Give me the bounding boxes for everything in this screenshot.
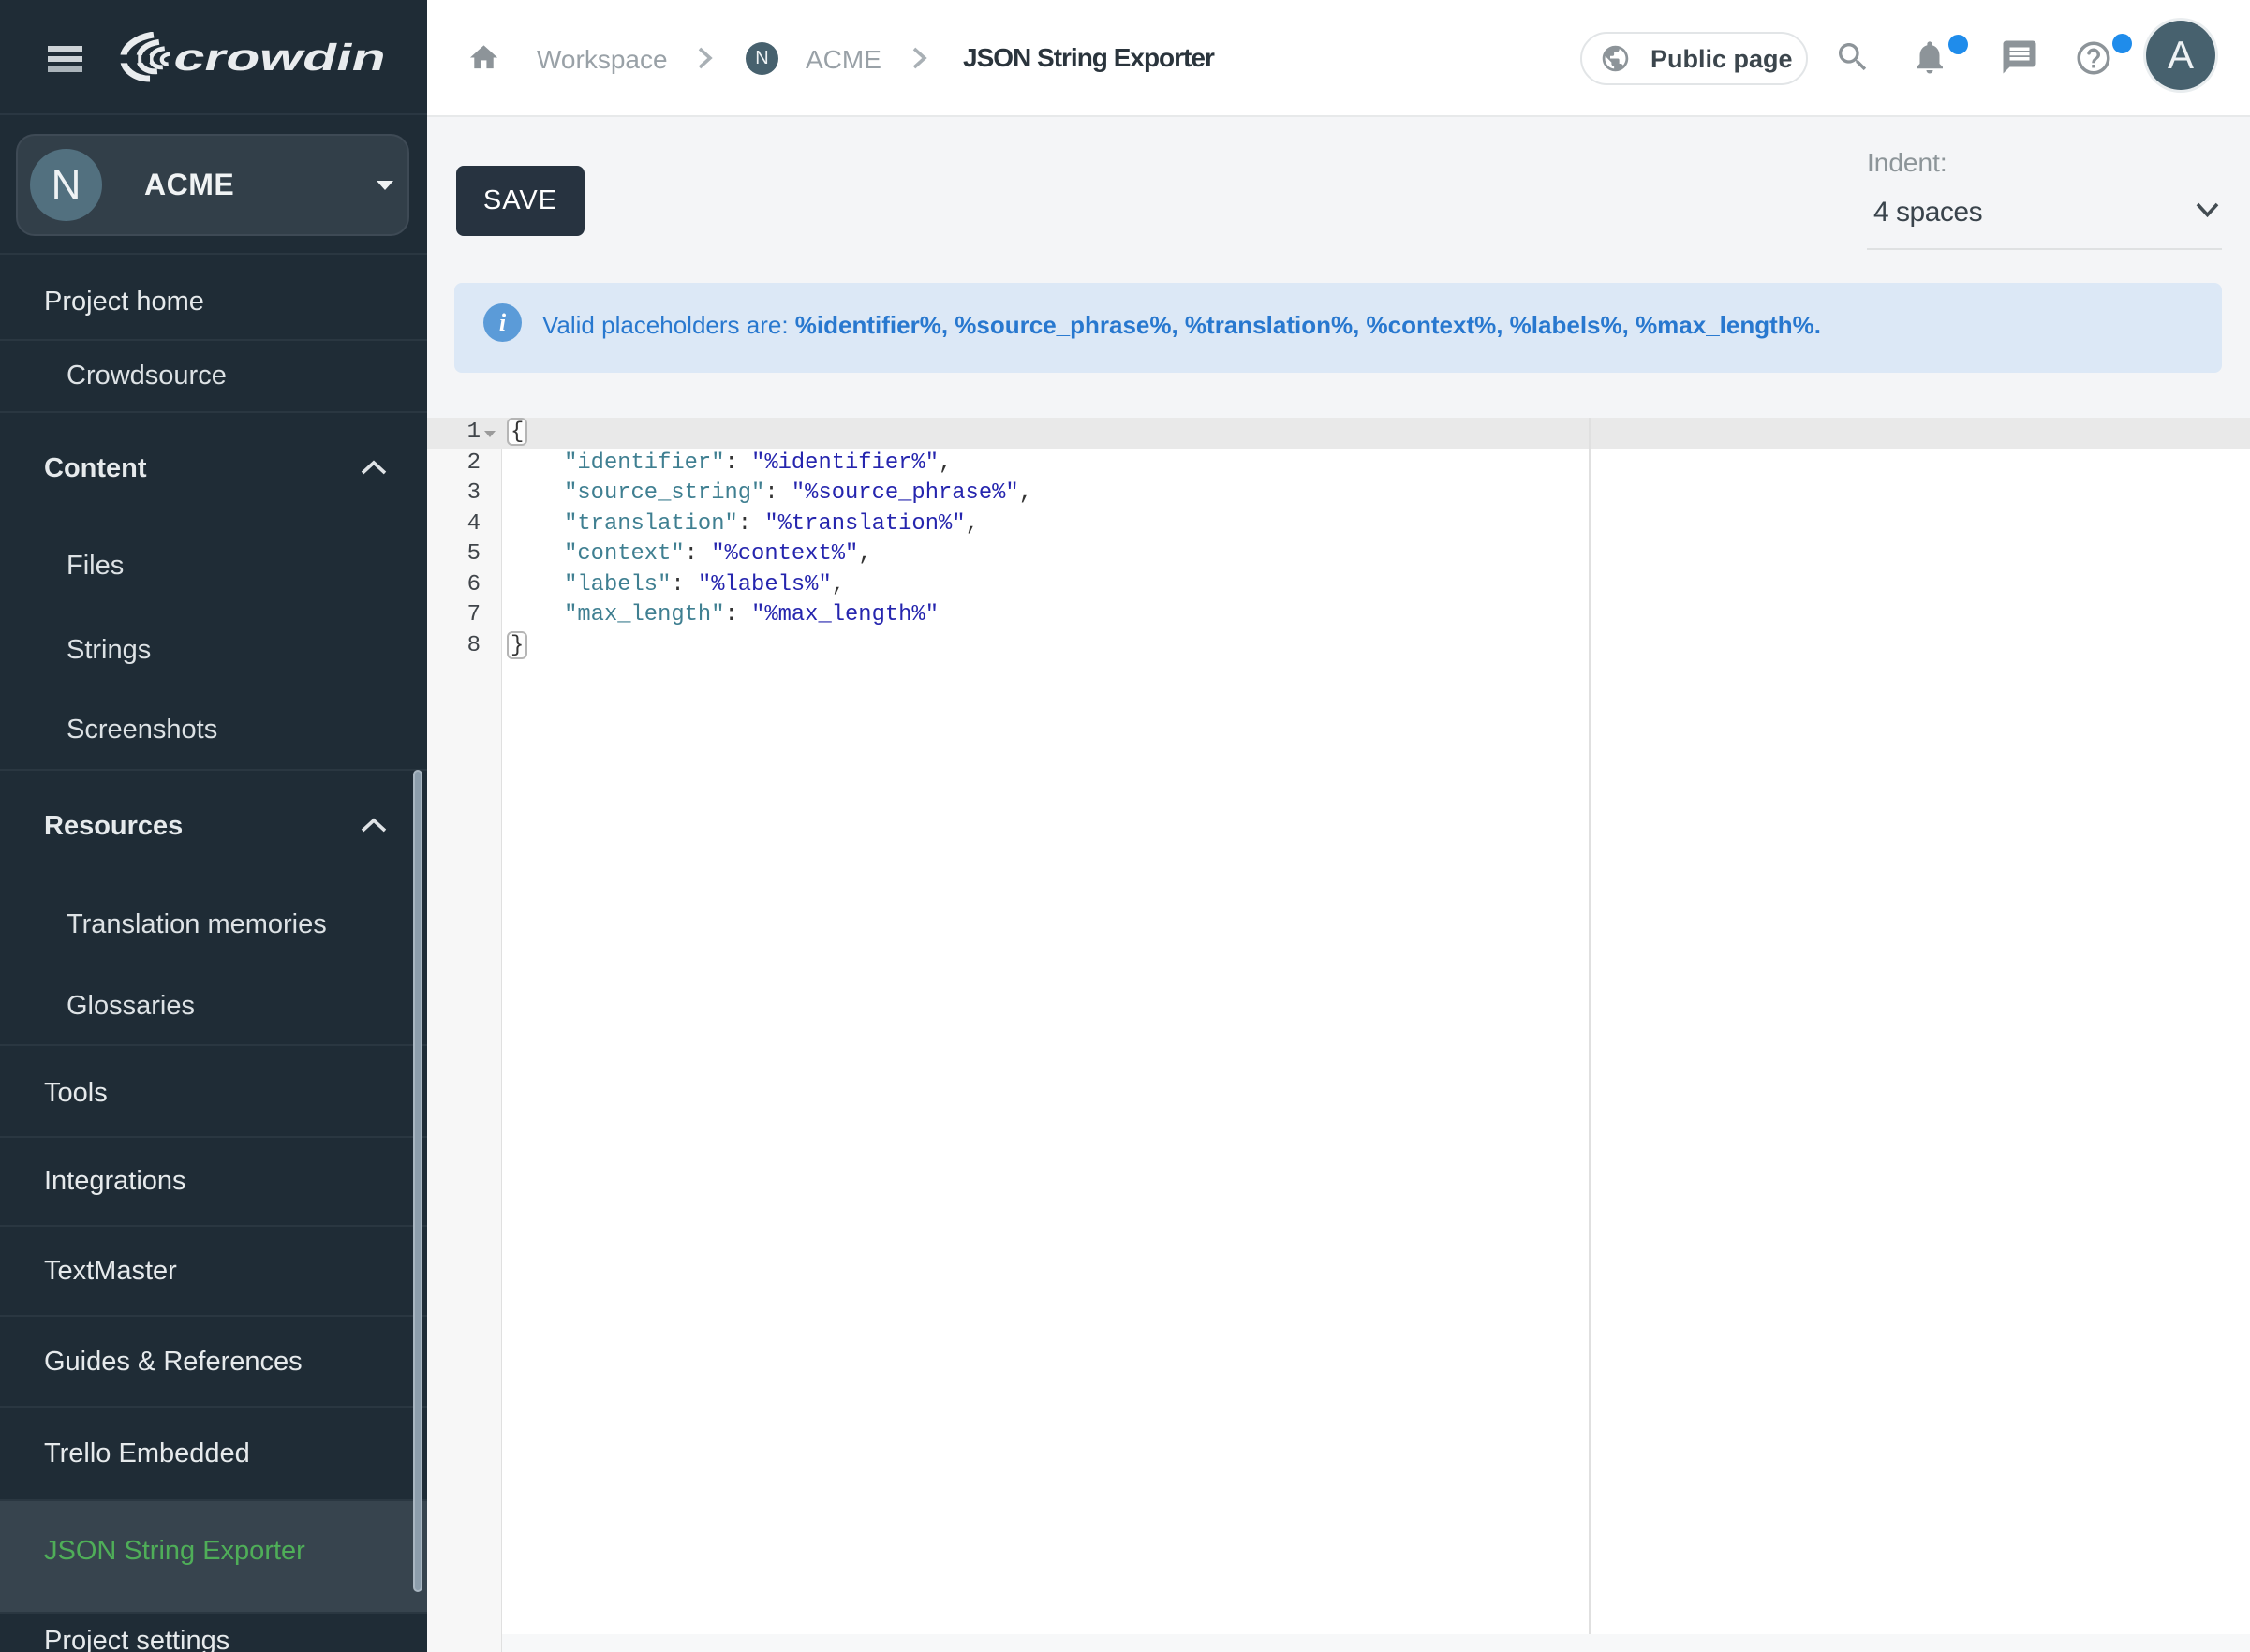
svg-text:crowdin: crowdin bbox=[170, 37, 392, 79]
